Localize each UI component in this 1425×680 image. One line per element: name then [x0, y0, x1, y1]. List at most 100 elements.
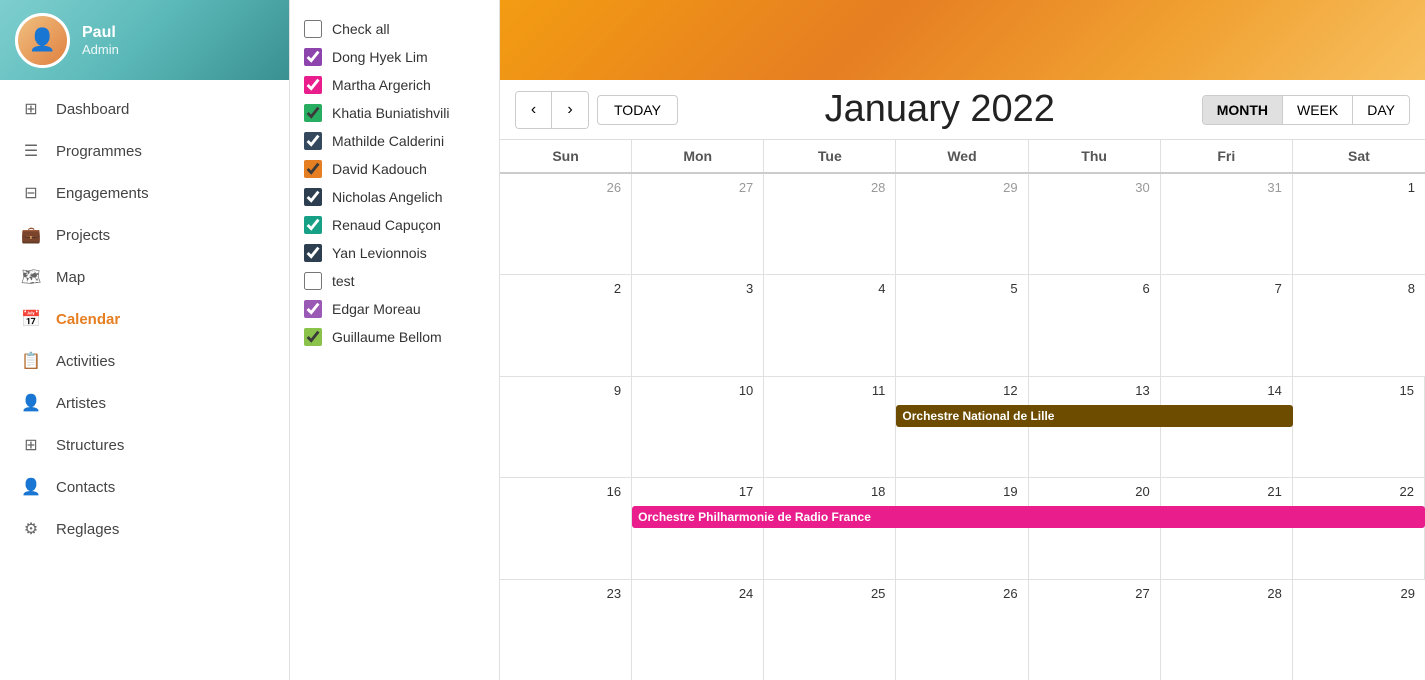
- sidebar-item-programmes[interactable]: ☰ Programmes: [0, 130, 289, 172]
- cal-day[interactable]: 11: [764, 377, 896, 477]
- check-item-checkbox[interactable]: [304, 328, 322, 346]
- artistes-icon: 👤: [20, 392, 42, 414]
- check-item-checkbox[interactable]: [304, 272, 322, 290]
- calendar-toolbar: ‹ › TODAY January 2022 MONTHWEEKDAY: [500, 80, 1425, 140]
- cal-day[interactable]: 17: [632, 478, 764, 578]
- day-number: 12: [902, 381, 1021, 402]
- view-btn-day[interactable]: DAY: [1353, 96, 1409, 124]
- programmes-icon: ☰: [20, 140, 42, 162]
- cal-day[interactable]: 15: [1293, 377, 1425, 477]
- check-all-item[interactable]: Check all: [300, 15, 489, 43]
- day-number: 9: [506, 381, 625, 402]
- event-bar-2[interactable]: Orchestre Philharmonie de Radio France: [632, 506, 1425, 528]
- cal-day[interactable]: 6: [1029, 275, 1161, 375]
- check-item[interactable]: Guillaume Bellom: [300, 323, 489, 351]
- cal-day[interactable]: 13: [1029, 377, 1161, 477]
- checklist-panel: Check all Dong Hyek Lim Martha Argerich …: [290, 0, 500, 680]
- cal-day[interactable]: 24: [632, 580, 764, 680]
- check-item-checkbox[interactable]: [304, 216, 322, 234]
- map-icon: 🗺: [20, 266, 42, 288]
- check-item[interactable]: Edgar Moreau: [300, 295, 489, 323]
- cal-header-wed: Wed: [896, 140, 1028, 172]
- cal-day[interactable]: 27: [1029, 580, 1161, 680]
- check-item[interactable]: Nicholas Angelich: [300, 183, 489, 211]
- cal-day[interactable]: 30: [1029, 174, 1161, 274]
- calendar-grid: SunMonTueWedThuFriSat 262728293031123456…: [500, 140, 1425, 680]
- next-button[interactable]: ›: [552, 92, 588, 128]
- sidebar-item-projects[interactable]: 💼 Projects: [0, 214, 289, 256]
- check-item-checkbox[interactable]: [304, 188, 322, 206]
- view-btn-month[interactable]: MONTH: [1203, 96, 1283, 124]
- sidebar-item-calendar[interactable]: 📅 Calendar: [0, 298, 289, 340]
- view-btn-group: MONTHWEEKDAY: [1202, 95, 1410, 125]
- cal-day[interactable]: 9: [500, 377, 632, 477]
- check-item-label: Edgar Moreau: [332, 301, 421, 317]
- check-item-checkbox[interactable]: [304, 300, 322, 318]
- cal-day[interactable]: 26: [500, 174, 632, 274]
- check-item[interactable]: test: [300, 267, 489, 295]
- cal-day[interactable]: 2: [500, 275, 632, 375]
- cal-day[interactable]: 27: [632, 174, 764, 274]
- prev-button[interactable]: ‹: [516, 92, 552, 128]
- cal-header-mon: Mon: [632, 140, 764, 172]
- view-btn-week[interactable]: WEEK: [1283, 96, 1353, 124]
- cal-day[interactable]: 31: [1161, 174, 1293, 274]
- cal-day[interactable]: 28: [1161, 580, 1293, 680]
- day-number: 8: [1299, 279, 1419, 300]
- top-banner: [500, 0, 1425, 80]
- cal-day[interactable]: 21: [1161, 478, 1293, 578]
- check-item-checkbox[interactable]: [304, 76, 322, 94]
- cal-day[interactable]: 23: [500, 580, 632, 680]
- sidebar-item-label: Dashboard: [56, 101, 129, 118]
- check-item-checkbox[interactable]: [304, 244, 322, 262]
- check-item-checkbox[interactable]: [304, 48, 322, 66]
- cal-day[interactable]: 28: [764, 174, 896, 274]
- sidebar-item-map[interactable]: 🗺 Map: [0, 256, 289, 298]
- cal-day[interactable]: 12: [896, 377, 1028, 477]
- check-item[interactable]: Yan Levionnois: [300, 239, 489, 267]
- sidebar-item-activities[interactable]: 📋 Activities: [0, 340, 289, 382]
- check-item-checkbox[interactable]: [304, 104, 322, 122]
- cal-day[interactable]: 3: [632, 275, 764, 375]
- sidebar-item-contacts[interactable]: 👤 Contacts: [0, 466, 289, 508]
- cal-day[interactable]: 26: [896, 580, 1028, 680]
- check-item[interactable]: Martha Argerich: [300, 71, 489, 99]
- cal-day[interactable]: 8: [1293, 275, 1425, 375]
- check-item[interactable]: David Kadouch: [300, 155, 489, 183]
- cal-day[interactable]: 1: [1293, 174, 1425, 274]
- check-all-checkbox[interactable]: [304, 20, 322, 38]
- sidebar-item-structures[interactable]: ⊞ Structures: [0, 424, 289, 466]
- check-item-label: Renaud Capuçon: [332, 217, 441, 233]
- day-number: 21: [1167, 482, 1286, 503]
- cal-day[interactable]: 25: [764, 580, 896, 680]
- check-item-checkbox[interactable]: [304, 160, 322, 178]
- sidebar-item-reglages[interactable]: ⚙ Reglages: [0, 508, 289, 550]
- check-item[interactable]: Renaud Capuçon: [300, 211, 489, 239]
- cal-header-fri: Fri: [1161, 140, 1293, 172]
- sidebar: 👤 Paul Admin ⊞ Dashboard ☰ Programmes ⊟ …: [0, 0, 290, 680]
- cal-day[interactable]: 16: [500, 478, 632, 578]
- calendar-area: ‹ › TODAY January 2022 MONTHWEEKDAY SunM…: [500, 80, 1425, 680]
- cal-day[interactable]: 4: [764, 275, 896, 375]
- check-item-checkbox[interactable]: [304, 132, 322, 150]
- cal-day[interactable]: 18: [764, 478, 896, 578]
- sidebar-item-label: Reglages: [56, 521, 119, 538]
- sidebar-item-artistes[interactable]: 👤 Artistes: [0, 382, 289, 424]
- check-item[interactable]: Dong Hyek Lim: [300, 43, 489, 71]
- cal-day[interactable]: 29: [1293, 580, 1425, 680]
- today-button[interactable]: TODAY: [597, 95, 678, 125]
- check-item[interactable]: Mathilde Calderini: [300, 127, 489, 155]
- cal-day[interactable]: 10: [632, 377, 764, 477]
- event-bar-1[interactable]: Orchestre National de Lille: [896, 405, 1292, 427]
- cal-day[interactable]: 5: [896, 275, 1028, 375]
- check-item[interactable]: Khatia Buniatishvili: [300, 99, 489, 127]
- cal-day[interactable]: 22: [1293, 478, 1425, 578]
- sidebar-item-label: Engagements: [56, 185, 149, 202]
- cal-day[interactable]: 29: [896, 174, 1028, 274]
- cal-day[interactable]: 14: [1161, 377, 1293, 477]
- cal-day[interactable]: 19: [896, 478, 1028, 578]
- cal-day[interactable]: 7: [1161, 275, 1293, 375]
- sidebar-item-dashboard[interactable]: ⊞ Dashboard: [0, 88, 289, 130]
- cal-day[interactable]: 20: [1029, 478, 1161, 578]
- sidebar-item-engagements[interactable]: ⊟ Engagements: [0, 172, 289, 214]
